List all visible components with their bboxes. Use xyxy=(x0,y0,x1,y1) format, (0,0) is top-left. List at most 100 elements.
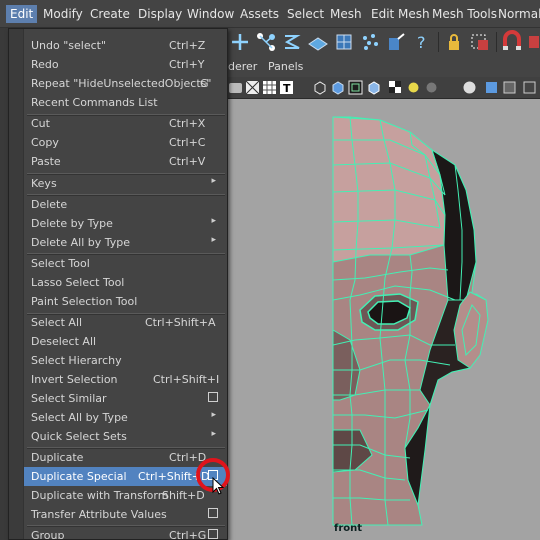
menu-item-delete[interactable]: Delete xyxy=(24,195,227,214)
shortcut-label: Ctrl+G xyxy=(169,529,207,540)
menu-item-label: Copy xyxy=(31,136,59,149)
menu-item-delete-by-type[interactable]: Delete by Type ▸ xyxy=(24,214,227,233)
menu-gutter xyxy=(9,29,24,539)
menu-item-duplicate-with-transform[interactable]: Duplicate with Transform Shift+D xyxy=(24,486,227,505)
menu-edit-mesh[interactable]: Edit Mesh xyxy=(367,5,434,23)
menu-item-label: Deselect All xyxy=(31,335,97,348)
submenu-arrow-icon: ▸ xyxy=(211,235,216,245)
front-viewport[interactable]: front xyxy=(228,99,540,540)
shortcut-label: Shift+D xyxy=(162,489,205,502)
menu-item-select-hierarchy[interactable]: Select Hierarchy xyxy=(24,351,227,370)
menu-create[interactable]: Create xyxy=(86,5,134,23)
lock-icon[interactable] xyxy=(442,30,466,54)
wireframe-on-shaded-icon[interactable] xyxy=(348,80,363,95)
text-label-icon[interactable]: T xyxy=(279,80,294,95)
xray-icon[interactable] xyxy=(502,80,517,95)
plane-icon[interactable] xyxy=(306,30,330,54)
option-box-icon[interactable] xyxy=(208,392,218,402)
bezier-curve-icon[interactable] xyxy=(280,30,304,54)
option-box-icon[interactable] xyxy=(208,508,218,518)
mouse-cursor-icon xyxy=(212,477,225,495)
sphere-icon[interactable] xyxy=(462,80,477,95)
shadow-light-icon[interactable] xyxy=(424,80,439,95)
menu-item-undo[interactable]: Undo "select" Ctrl+Z xyxy=(24,36,227,55)
menu-item-select-tool[interactable]: Select Tool xyxy=(24,254,227,273)
wireframe-grid-icon[interactable] xyxy=(245,80,260,95)
menu-mesh-tools[interactable]: Mesh Tools xyxy=(428,5,501,23)
menu-item-label: Redo xyxy=(31,58,59,71)
svg-text:T: T xyxy=(283,82,291,95)
menu-item-keys[interactable]: Keys ▸ xyxy=(24,174,227,193)
menu-item-redo[interactable]: Redo Ctrl+Y xyxy=(24,55,227,74)
main-menubar: Edit Modify Create Display Window Assets… xyxy=(0,0,540,28)
toolbar-separator xyxy=(496,32,497,52)
menu-item-label: Delete by Type xyxy=(31,217,113,230)
wireframe-cube-icon[interactable] xyxy=(312,80,327,95)
menu-item-cut[interactable]: Cut Ctrl+X xyxy=(24,114,227,133)
head-wireframe-mesh[interactable] xyxy=(228,99,540,540)
menu-edit[interactable]: Edit xyxy=(6,5,38,23)
menu-item-paint-selection-tool[interactable]: Paint Selection Tool xyxy=(24,292,227,311)
viewport-icon-bar: T xyxy=(228,77,540,99)
shortcut-label: Ctrl+V xyxy=(169,155,206,168)
menu-display[interactable]: Display xyxy=(134,5,186,23)
menu-item-lasso-select-tool[interactable]: Lasso Select Tool xyxy=(24,273,227,292)
menu-window[interactable]: Window xyxy=(183,5,238,23)
panel-menu-panels[interactable]: Panels xyxy=(268,60,303,73)
menu-item-label: Lasso Select Tool xyxy=(31,276,125,289)
grid-cube-icon[interactable] xyxy=(332,30,356,54)
menu-item-transfer-attribute-values[interactable]: Transfer Attribute Values xyxy=(24,505,227,524)
help-icon[interactable]: ? xyxy=(410,30,434,54)
menu-item-group[interactable]: Group Ctrl+G xyxy=(24,526,227,540)
menu-select[interactable]: Select xyxy=(283,5,328,23)
menu-item-copy[interactable]: Copy Ctrl+C xyxy=(24,133,227,152)
menu-modify[interactable]: Modify xyxy=(39,5,87,23)
light-bulb-icon[interactable] xyxy=(406,80,421,95)
menu-item-label: Undo "select" xyxy=(31,39,107,52)
submenu-arrow-icon: ▸ xyxy=(211,176,216,186)
menu-assets[interactable]: Assets xyxy=(236,5,283,23)
paint-effects-icon[interactable] xyxy=(384,30,408,54)
camera-icon[interactable] xyxy=(228,80,243,95)
menu-item-label: Group xyxy=(31,529,65,540)
textured-icon[interactable] xyxy=(366,80,381,95)
submenu-arrow-icon: ▸ xyxy=(211,410,216,420)
menu-item-select-all[interactable]: Select All Ctrl+Shift+A xyxy=(24,313,227,332)
menu-mesh[interactable]: Mesh xyxy=(326,5,366,23)
smooth-shade-icon[interactable] xyxy=(330,80,345,95)
menu-item-duplicate[interactable]: Duplicate Ctrl+D xyxy=(24,448,227,467)
shortcut-label: Ctrl+X xyxy=(169,117,206,130)
snap-curve-icon[interactable] xyxy=(526,30,540,54)
menu-normals[interactable]: Normals xyxy=(494,5,540,23)
shortcut-label: Ctrl+Y xyxy=(169,58,205,71)
menu-item-select-all-by-type[interactable]: Select All by Type ▸ xyxy=(24,408,227,427)
shortcut-label: Ctrl+C xyxy=(169,136,206,149)
select-region-icon[interactable] xyxy=(468,30,492,54)
menu-item-quick-select-sets[interactable]: Quick Select Sets ▸ xyxy=(24,427,227,446)
resolution-gate-icon[interactable] xyxy=(522,80,537,95)
menu-item-label: Delete All by Type xyxy=(31,236,131,249)
menu-item-label: Select Hierarchy xyxy=(31,354,122,367)
menu-item-deselect-all[interactable]: Deselect All xyxy=(24,332,227,351)
option-box-icon[interactable] xyxy=(208,529,218,539)
menu-item-repeat[interactable]: Repeat "HideUnselectedObjects" G xyxy=(24,74,227,93)
curve-point-icon[interactable] xyxy=(254,30,278,54)
menu-item-recent-commands[interactable]: Recent Commands List xyxy=(24,93,227,112)
panel-menu-renderer[interactable]: derer xyxy=(228,60,257,73)
move-tool-icon[interactable] xyxy=(228,30,252,54)
shortcut-label: Ctrl+Shift+I xyxy=(153,373,220,386)
isolate-icon[interactable] xyxy=(484,80,499,95)
camera-name-label: front xyxy=(334,523,363,534)
menu-item-label: Select Tool xyxy=(31,257,90,270)
menu-item-label: Quick Select Sets xyxy=(31,430,127,443)
left-tool-strip xyxy=(0,28,8,540)
menu-item-paste[interactable]: Paste Ctrl+V xyxy=(24,152,227,171)
menu-item-invert-selection[interactable]: Invert Selection Ctrl+Shift+I xyxy=(24,370,227,389)
shortcut-label: Ctrl+Shift+A xyxy=(145,316,216,329)
particles-icon[interactable] xyxy=(358,30,382,54)
menu-item-delete-all-by-type[interactable]: Delete All by Type ▸ xyxy=(24,233,227,252)
grid-toggle-icon[interactable] xyxy=(262,80,277,95)
magnet-snap-icon[interactable] xyxy=(500,30,524,54)
checker-icon[interactable] xyxy=(388,80,403,95)
menu-item-select-similar[interactable]: Select Similar xyxy=(24,389,227,408)
